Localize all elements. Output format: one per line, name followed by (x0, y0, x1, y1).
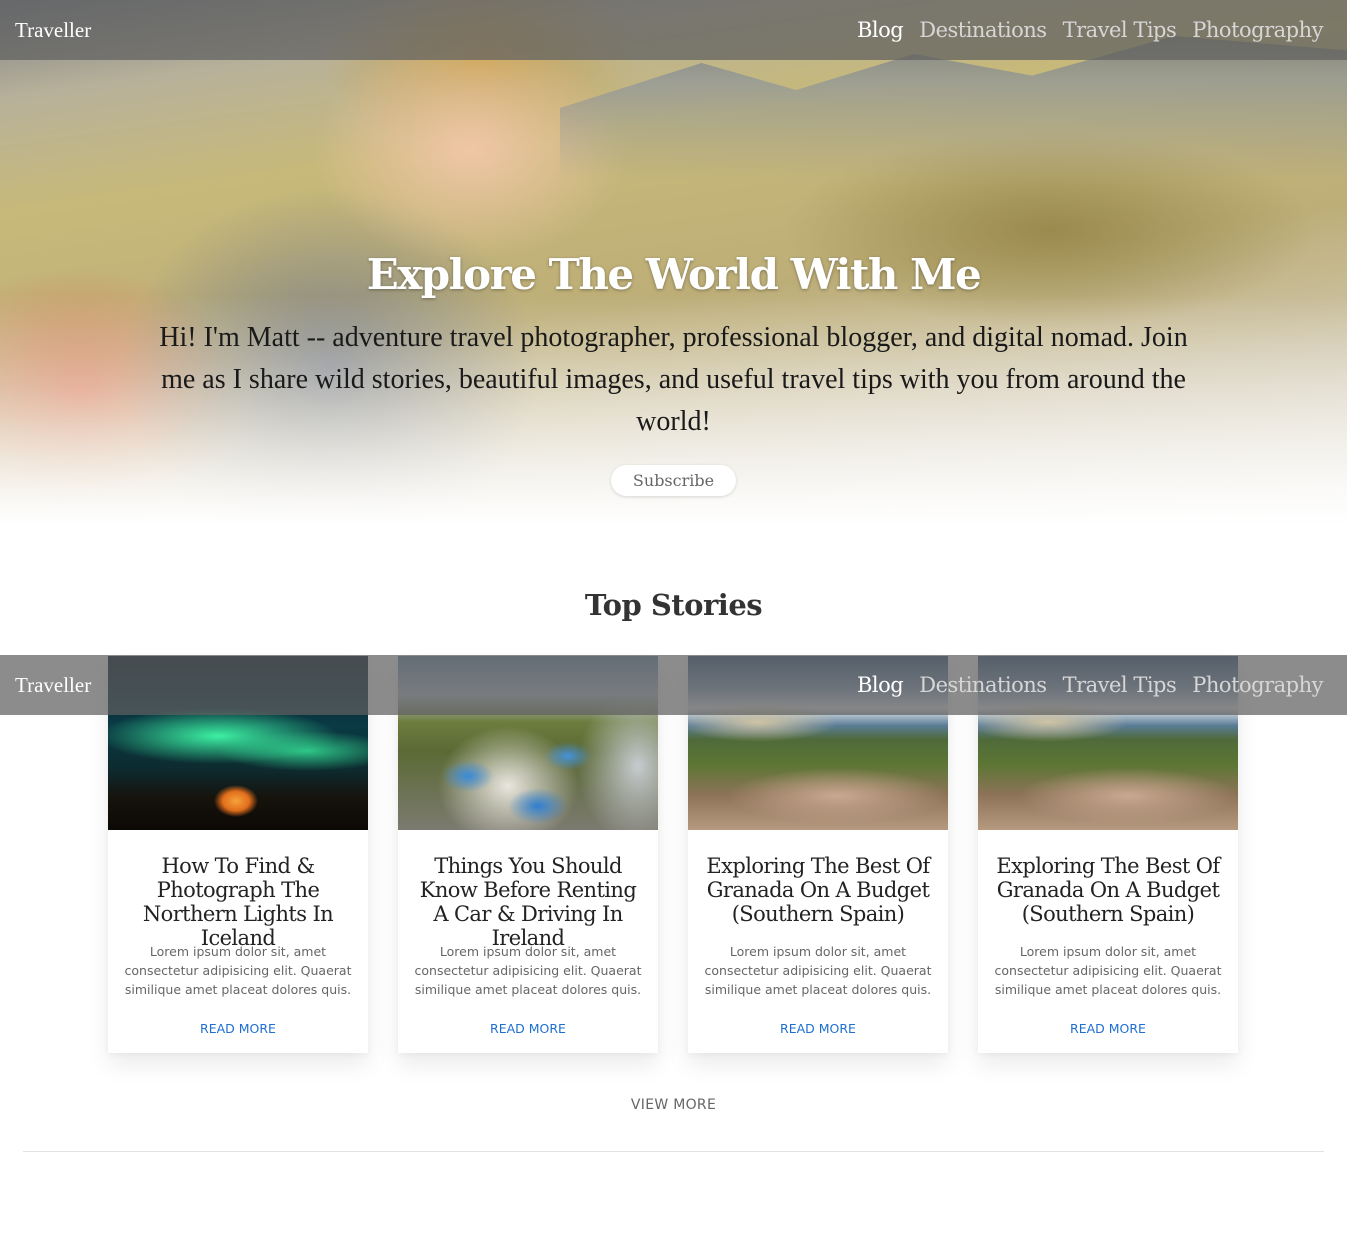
hero-intro-text: Hi! I'm Matt -- adventure travel photogr… (159, 322, 1188, 437)
nav-links: Blog Destinations Travel Tips Photograph… (857, 673, 1323, 697)
hero-content: Explore The World With Me Hi! I'm Matt -… (0, 250, 1347, 496)
nav-link-blog[interactable]: Blog (857, 18, 904, 42)
view-more-container: VIEW MORE (0, 1097, 1347, 1113)
story-cards: How To Find & Photograph The Northern Li… (108, 656, 1238, 1053)
divider (23, 1151, 1324, 1152)
hero-title: Explore The World With Me (366, 250, 982, 299)
card-title[interactable]: Exploring The Best Of Granada On A Budge… (702, 854, 934, 928)
story-card: Exploring The Best Of Granada On A Budge… (978, 656, 1238, 1053)
story-card: Things You Should Know Before Renting A … (398, 656, 658, 1053)
card-excerpt: Lorem ipsum dolor sit, amet consectetur … (124, 944, 352, 997)
read-more-link[interactable]: READ MORE (780, 1021, 856, 1036)
story-card: How To Find & Photograph The Northern Li… (108, 656, 368, 1053)
view-more-link[interactable]: VIEW MORE (631, 1097, 716, 1113)
story-card: Exploring The Best Of Granada On A Budge… (688, 656, 948, 1053)
nav-link-photography[interactable]: Photography (1192, 673, 1323, 697)
read-more-link[interactable]: READ MORE (490, 1021, 566, 1036)
card-title[interactable]: How To Find & Photograph The Northern Li… (122, 854, 354, 950)
navbar: Traveller Blog Destinations Travel Tips … (0, 0, 1347, 60)
brand-logo[interactable]: Traveller (15, 673, 91, 698)
card-excerpt: Lorem ipsum dolor sit, amet consectetur … (704, 944, 932, 997)
hero-section: Explore The World With Me Hi! I'm Matt -… (0, 0, 1347, 525)
nav-link-blog[interactable]: Blog (857, 673, 904, 697)
brand-logo[interactable]: Traveller (15, 18, 91, 43)
card-excerpt: Lorem ipsum dolor sit, amet consectetur … (994, 944, 1222, 997)
nav-link-photography[interactable]: Photography (1192, 18, 1323, 42)
top-stories-title: Top Stories (584, 588, 763, 622)
nav-link-travel-tips[interactable]: Travel Tips (1063, 673, 1177, 697)
card-title[interactable]: Things You Should Know Before Renting A … (412, 854, 644, 950)
card-excerpt: Lorem ipsum dolor sit, amet consectetur … (414, 944, 642, 997)
subscribe-button[interactable]: Subscribe (610, 465, 737, 496)
nav-link-travel-tips[interactable]: Travel Tips (1063, 18, 1177, 42)
read-more-link[interactable]: READ MORE (200, 1021, 276, 1036)
sticky-navbar: Traveller Blog Destinations Travel Tips … (0, 655, 1347, 715)
card-title[interactable]: Exploring The Best Of Granada On A Budge… (992, 854, 1224, 928)
nav-links: Blog Destinations Travel Tips Photograph… (857, 18, 1323, 42)
nav-link-destinations[interactable]: Destinations (919, 18, 1047, 42)
nav-link-destinations[interactable]: Destinations (919, 673, 1047, 697)
read-more-link[interactable]: READ MORE (1070, 1021, 1146, 1036)
